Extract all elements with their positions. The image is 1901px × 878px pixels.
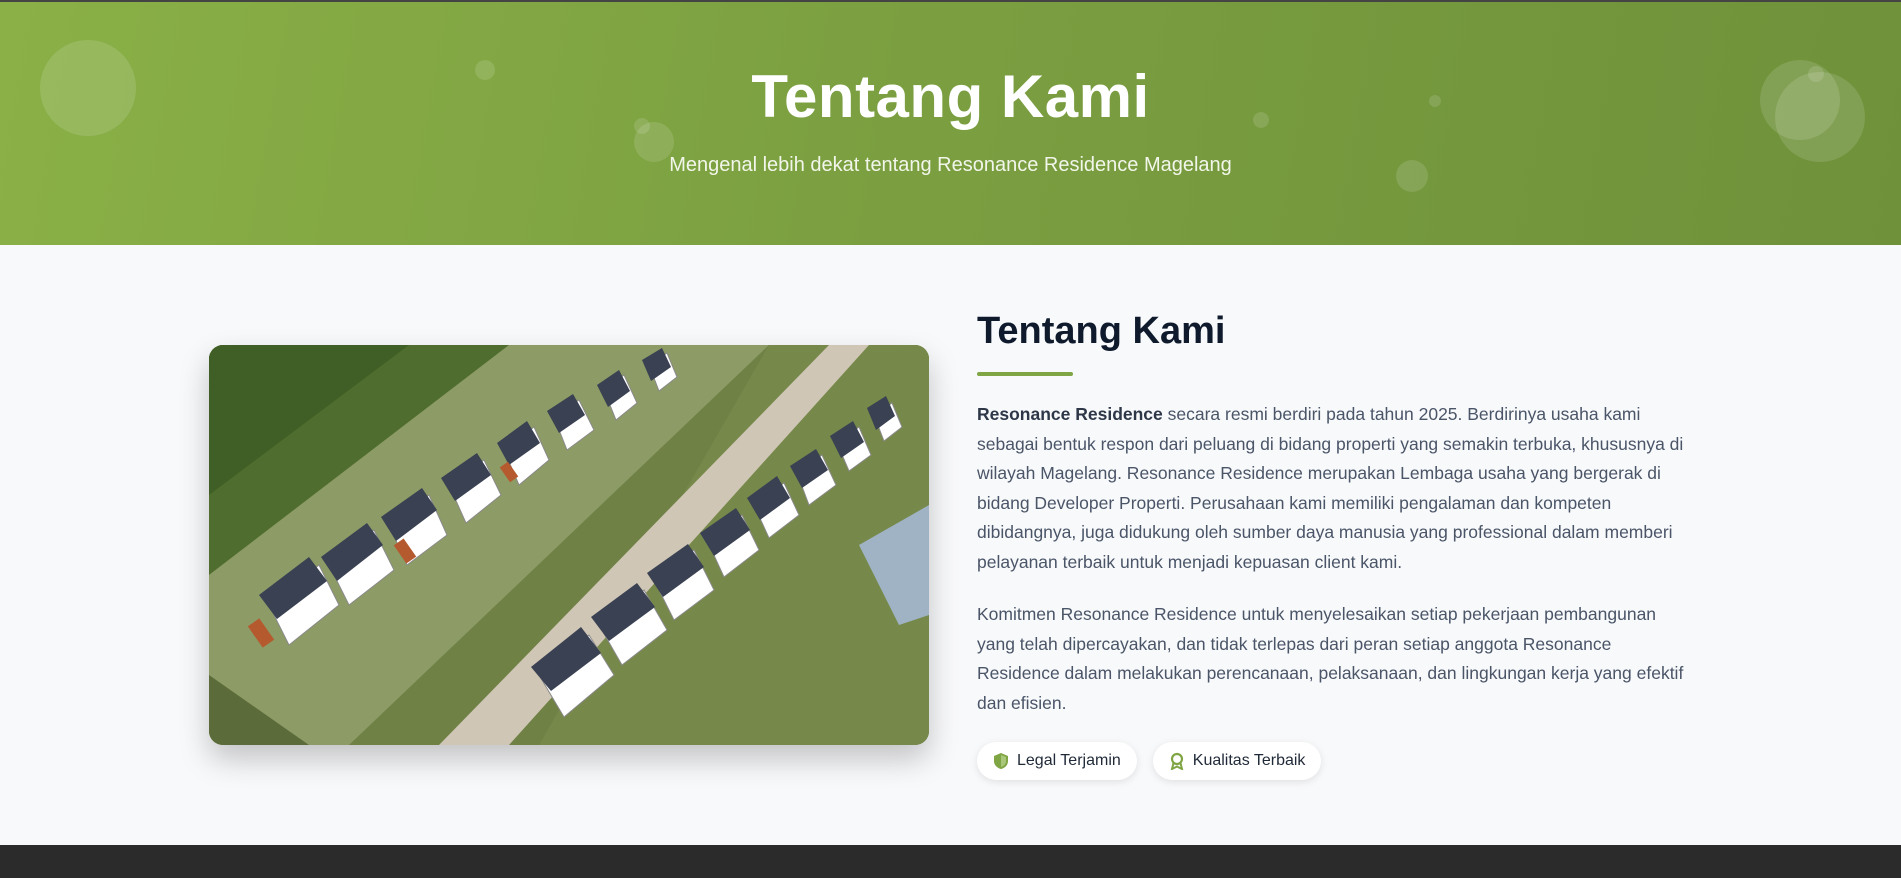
feature-badges: Legal Terjamin Kualitas Terbaik: [977, 742, 1322, 780]
hero-banner: Tentang Kami Mengenal lebih dekat tentan…: [0, 0, 1901, 245]
about-paragraph-2: Komitmen Resonance Residence untuk menye…: [977, 604, 1684, 713]
shield-icon: [993, 752, 1009, 770]
award-icon: [1169, 752, 1185, 770]
about-title: Tentang Kami: [977, 310, 1226, 352]
title-underline: [977, 372, 1073, 376]
housing-aerial-illustration: [209, 345, 929, 745]
housing-aerial-photo: [209, 345, 929, 745]
about-paragraph-1: Resonance Residence secara resmi berdiri…: [977, 400, 1697, 577]
hero-title: Tentang Kami: [751, 63, 1150, 130]
page: Tentang Kami Mengenal lebih dekat tentan…: [0, 0, 1901, 845]
badge-legal-label: Legal Terjamin: [1017, 752, 1121, 769]
badge-quality: Kualitas Terbaik: [1152, 742, 1322, 780]
about-section: Tentang Kami Resonance Residence secara …: [0, 245, 1901, 845]
hero-subtitle: Mengenal lebih dekat tentang Resonance R…: [669, 154, 1232, 176]
brand-name: Resonance Residence: [977, 404, 1163, 424]
about-paragraph-1-text: secara resmi berdiri pada tahun 2025. Be…: [977, 404, 1684, 572]
badge-quality-label: Kualitas Terbaik: [1192, 752, 1306, 769]
badge-legal: Legal Terjamin: [977, 742, 1137, 780]
